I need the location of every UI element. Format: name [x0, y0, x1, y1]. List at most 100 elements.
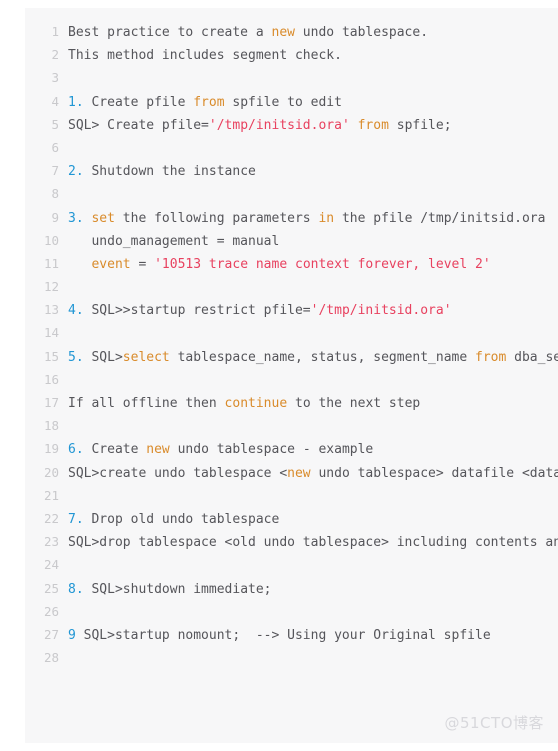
code-token-num: 3.: [68, 210, 84, 226]
line-number: 2: [51, 47, 59, 63]
line-number: 7: [51, 163, 59, 179]
code-line: 7 2. Shutdown the instance: [25, 159, 558, 182]
code-token-kw: in: [318, 210, 335, 226]
code-token-num: 7.: [68, 511, 84, 527]
line-number: 12: [43, 279, 59, 295]
code-token-plain: SQL>drop tablespace <old undo tablespace…: [68, 535, 558, 551]
code-line-content: SQL>drop tablespace <old undo tablespace…: [68, 531, 558, 554]
code-token-plain: the pfile /tmp/initsid.ora: [334, 210, 546, 226]
code-token-num: 2.: [68, 164, 84, 180]
line-number: 20: [43, 464, 59, 480]
code-token-kw: continue: [224, 396, 288, 411]
line-number: 19: [43, 441, 59, 457]
line-number: 28: [43, 650, 59, 666]
code-token-num: 5.: [68, 349, 84, 365]
code-line-content: 7. Drop old undo tablespace: [68, 508, 558, 531]
code-line-content: undo_management = manual: [68, 230, 558, 253]
line-number: 4: [51, 93, 59, 109]
code-line: 5 SQL> Create pfile='/tmp/initsid.ora' fr…: [25, 113, 558, 136]
code-line: 21: [25, 484, 558, 507]
code-line: 9 3. set the following parameters in the …: [25, 206, 558, 229]
code-token-plain: Shutdown the instance: [83, 164, 256, 180]
code-token-plain: SQL>>startup restrict pfile=: [83, 303, 311, 319]
line-number: 1: [51, 24, 59, 39]
code-token-kw: select: [122, 349, 170, 365]
code-line-content: If all offline then continue to the next…: [68, 392, 558, 415]
code-token-plain: undo tablespace> datafile <datafile>: [318, 465, 558, 481]
code-line: 3: [25, 66, 558, 89]
line-number: 24: [43, 557, 59, 573]
code-line: 13 4. SQL>>startup restrict pfile='/tmp/i…: [25, 298, 558, 321]
code-token-num: 8.: [68, 581, 84, 597]
code-line-content: 3. set the following parameters in the p…: [68, 207, 558, 230]
code-line-content: 1. Create pfile from spfile to edit: [68, 91, 558, 114]
line-number: 18: [43, 418, 59, 434]
code-line: 28: [25, 646, 558, 669]
code-token-str: '/tmp/initsid.ora': [310, 303, 452, 319]
code-line: 27 9 SQL>startup nomount; --> Using your …: [25, 623, 558, 646]
line-number: 3: [51, 70, 59, 86]
code-line: 24: [25, 553, 558, 576]
code-token-kw: event: [91, 256, 131, 272]
line-number: 23: [43, 534, 59, 550]
site-watermark: @51CTO博客: [444, 714, 544, 732]
line-number: 15: [43, 348, 59, 364]
code-line-content: 5. SQL>select tablespace_name, status, s…: [68, 346, 558, 369]
code-token-plain: =: [130, 256, 155, 272]
code-token-plain: SQL> Create pfile=: [68, 117, 209, 133]
code-line-content: 9 SQL>startup nomount; --> Using your Or…: [68, 624, 558, 647]
line-number: 6: [51, 139, 59, 155]
code-token-plain: Best practice to create a: [68, 25, 272, 40]
code-line: 17 If all offline then continue to the ne…: [25, 391, 558, 414]
line-number: 21: [43, 487, 59, 503]
code-token-plain: SQL>shutdown immediate;: [83, 581, 272, 597]
line-number: 8: [51, 186, 59, 202]
code-token-plain: undo tablespace - example: [169, 442, 374, 458]
line-number: 22: [43, 510, 59, 526]
code-token-plain: spfile;: [388, 117, 452, 133]
line-number: 10: [43, 232, 59, 248]
code-token-plain: SQL>create undo tablespace <: [68, 465, 288, 481]
code-line: 11 event = '10513 trace name context for…: [25, 252, 558, 275]
code-line: 20 SQL>create undo tablespace <new undo t…: [25, 461, 558, 484]
code-line: 2 This method includes segment check.: [25, 43, 558, 66]
code-line: 10 undo_management = manual: [25, 229, 558, 252]
code-line-content: SQL>create undo tablespace <new undo tab…: [68, 462, 558, 485]
code-token-plain: SQL>startup nomount; --> Using your Orig…: [75, 627, 491, 643]
line-number: 26: [43, 603, 59, 619]
code-token-kw: from: [475, 349, 507, 365]
code-token-plain: dba_segments;: [514, 349, 558, 365]
code-block[interactable]: 1 Best practice to create a new undo tabl…: [25, 8, 558, 743]
code-line-content: Best practice to create a new undo table…: [68, 21, 558, 44]
code-token-plain: Create pfile: [83, 94, 194, 110]
code-line-content: 4. SQL>>startup restrict pfile='/tmp/ini…: [68, 299, 558, 322]
code-line: 1 Best practice to create a new undo tabl…: [25, 20, 558, 43]
code-line: 14: [25, 321, 558, 344]
line-number: 11: [43, 255, 59, 271]
code-token-kw: new: [271, 25, 295, 40]
code-line: 25 8. SQL>shutdown immediate;: [25, 577, 558, 600]
code-token-plain: This method includes segment check.: [68, 48, 342, 64]
code-token-num: 9: [68, 627, 76, 643]
code-token-kw: from: [193, 94, 225, 110]
line-number: 9: [51, 209, 59, 225]
code-line: 26: [25, 600, 558, 623]
code-token-num: 1.: [68, 94, 84, 110]
code-token-plain: SQL>: [83, 349, 123, 365]
code-line-content: event = '10513 trace name context foreve…: [68, 253, 558, 276]
code-token-kw: new: [287, 465, 311, 481]
line-number: 5: [51, 116, 59, 132]
code-line-content: SQL> Create pfile='/tmp/initsid.ora' fro…: [68, 114, 558, 137]
code-line: 4 1. Create pfile from spfile to edit: [25, 90, 558, 113]
code-token-plain: Create: [83, 442, 147, 458]
code-line: 15 5. SQL>select tablespace_name, status,…: [25, 345, 558, 368]
code-token-kw: set: [91, 210, 115, 226]
code-token-plain: If all offline then: [68, 396, 225, 411]
code-line: 8: [25, 182, 558, 205]
code-token-plain: the following parameters: [114, 210, 319, 226]
code-line: 22 7. Drop old undo tablespace: [25, 507, 558, 530]
code-token-plain: undo_management = manual: [68, 233, 280, 249]
line-number: 13: [43, 302, 59, 318]
